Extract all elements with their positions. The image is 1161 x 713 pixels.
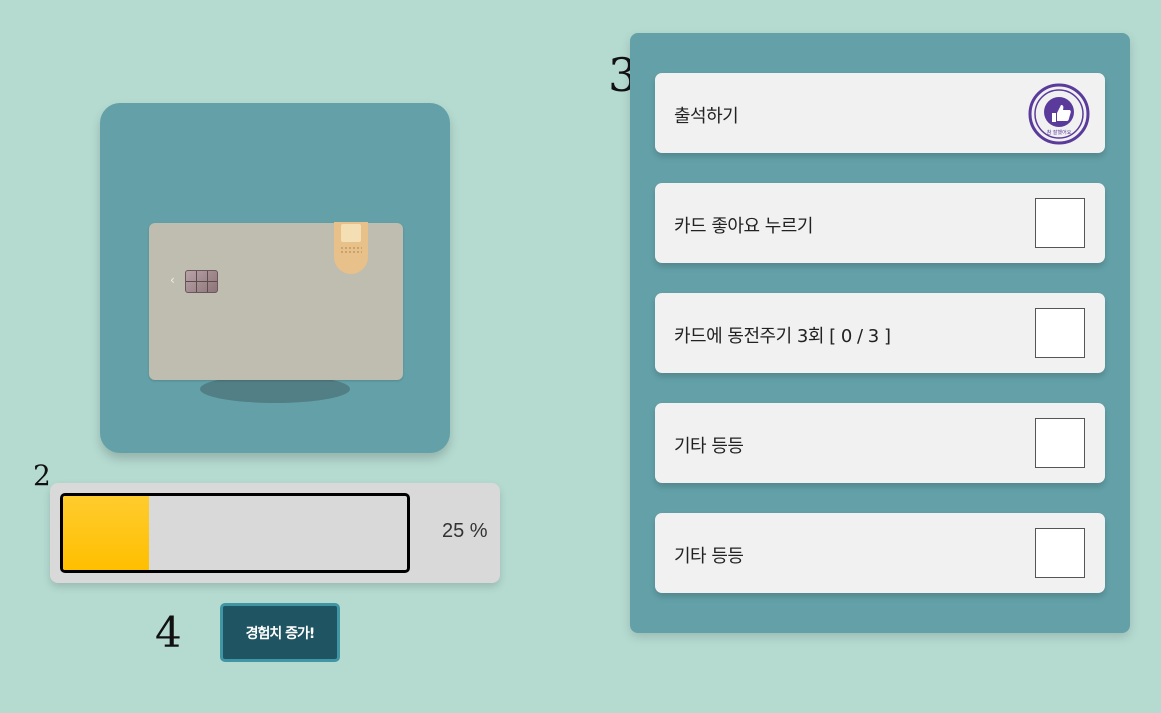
card-chip-icon <box>185 270 218 293</box>
mission-panel: 출석하기 참 잘했어요 카드 좋아요 누르기 카드에 동전주기 3회 [ 0 /… <box>630 33 1130 633</box>
annotation-2: 2 <box>33 459 51 492</box>
page: 1 2 3 4 ‹ 25 % 경험치 증가! 출석하기 <box>0 0 1161 713</box>
bandage-icon <box>334 222 368 274</box>
mission-label: 카드에 동전주기 3회 [ 0 / 3 ] <box>674 326 891 347</box>
experience-progress-fill <box>63 496 149 570</box>
mission-checkbox[interactable] <box>1035 198 1085 248</box>
card-arrow-icon: ‹ <box>170 273 175 287</box>
mission-item-coin: 카드에 동전주기 3회 [ 0 / 3 ] <box>655 293 1105 373</box>
mission-item-etc-2: 기타 등등 <box>655 513 1105 593</box>
increase-experience-button[interactable]: 경험치 증가! <box>220 603 340 662</box>
card-display-panel: ‹ <box>100 103 450 453</box>
mission-checkbox[interactable] <box>1035 528 1085 578</box>
experience-progress-text: 25 % <box>442 520 488 542</box>
mission-label: 기타 등등 <box>674 546 744 567</box>
credit-card-image[interactable]: ‹ <box>149 222 403 380</box>
mission-checkbox[interactable] <box>1035 308 1085 358</box>
mission-item-attendance: 출석하기 참 잘했어요 <box>655 73 1105 153</box>
mission-checkbox[interactable] <box>1035 418 1085 468</box>
thumbs-up-stamp-icon: 참 잘했어요 <box>1028 83 1090 145</box>
mission-label: 출석하기 <box>674 106 739 127</box>
mission-item-like: 카드 좋아요 누르기 <box>655 183 1105 263</box>
mission-label: 카드 좋아요 누르기 <box>674 216 813 237</box>
experience-progress-bar <box>60 493 410 573</box>
mission-item-etc-1: 기타 등등 <box>655 403 1105 483</box>
mission-label: 기타 등등 <box>674 436 744 457</box>
annotation-4: 4 <box>155 608 182 657</box>
stamp-text: 참 잘했어요 <box>1047 129 1072 136</box>
experience-progress-panel: 25 % <box>50 483 500 583</box>
